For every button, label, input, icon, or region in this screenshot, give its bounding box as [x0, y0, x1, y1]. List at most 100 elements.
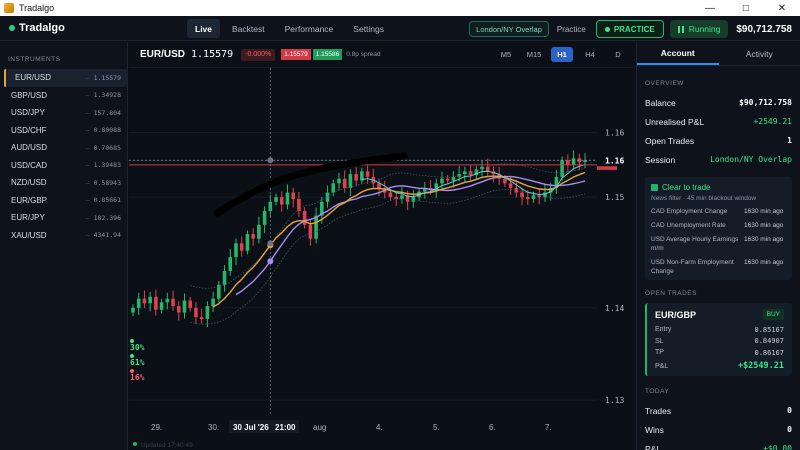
- instrument-usd-cad[interactable]: USD/CAD 1.39483: [0, 157, 127, 175]
- overview-value: $90,712.758: [739, 98, 792, 107]
- news-event-row: CAD Unemployment Rate 1630 min ago: [651, 221, 786, 230]
- candle-body: [440, 178, 444, 184]
- overview-label: Balance: [645, 97, 676, 108]
- candle-body: [291, 192, 296, 200]
- open-trades-heading: OPEN TRADES: [645, 290, 697, 297]
- candle-body: [257, 224, 261, 239]
- updated-timestamp: Updated 17:40:49: [141, 442, 193, 449]
- candle-body: [394, 197, 398, 200]
- tab-performance[interactable]: Performance: [277, 19, 342, 38]
- session-badge: London/NY Overlap: [469, 21, 549, 37]
- y-tick-label: 1.15: [605, 193, 624, 202]
- tf-d[interactable]: D: [607, 47, 629, 62]
- today-row: Trades 0: [637, 401, 800, 420]
- news-filter-subtitle: News filter · 45 min blackout window: [651, 195, 757, 202]
- overview-row: Open Trades 1: [637, 131, 800, 150]
- tab-backtest[interactable]: Backtest: [224, 19, 273, 38]
- tf-m5[interactable]: M5: [495, 47, 517, 62]
- instrument-eur-usd[interactable]: EUR/USD 1.15579: [4, 69, 127, 87]
- today-label: Trades: [645, 405, 672, 416]
- overview-label: Unrealised P&L: [645, 116, 705, 127]
- candle-body: [228, 257, 233, 271]
- tab-account[interactable]: Account: [637, 42, 719, 65]
- instrument-price: 0.80088: [86, 126, 121, 134]
- instrument-symbol: USD/CHF: [11, 125, 47, 135]
- tp-label: TP: [655, 349, 664, 357]
- crosshair-marker: [267, 240, 274, 247]
- candle-body: [188, 300, 193, 308]
- candle-body: [411, 197, 416, 202]
- instrument-xau-usd[interactable]: XAU/USD 4341.94: [0, 227, 127, 245]
- candle-body: [182, 300, 187, 313]
- instrument-gbp-usd[interactable]: GBP/USD 1.34928: [0, 87, 127, 105]
- clear-to-trade-title: Clear to trade: [662, 183, 711, 192]
- candle-body: [136, 298, 141, 308]
- news-event-time: 1630 min ago: [744, 259, 784, 266]
- tf-h4[interactable]: H4: [579, 47, 601, 62]
- x-tick-label: aug: [313, 423, 326, 432]
- x-tick-label: 6.: [489, 423, 496, 432]
- news-event-time: 1630 min ago: [744, 222, 784, 229]
- trade-side-badge: BUY: [762, 309, 784, 320]
- instrument-usd-chf[interactable]: USD/CHF 0.80088: [0, 122, 127, 140]
- spread-label: 0.8p spread: [346, 51, 381, 58]
- running-toggle-button[interactable]: Running: [669, 20, 729, 38]
- price-chart[interactable]: 1.161.161.151.141.131.1630%61%16%29.30.3…: [129, 68, 635, 450]
- x-tick-label: 5.: [433, 423, 440, 432]
- overview-heading: OVERVIEW: [645, 80, 684, 87]
- news-event-time: 1630 min ago: [744, 236, 784, 243]
- candle-body: [560, 160, 564, 177]
- maximize-icon[interactable]: □: [728, 0, 764, 16]
- crosshair-marker: [267, 157, 274, 164]
- instrument-symbol: EUR/USD: [15, 73, 52, 83]
- x-tick-label: 21:00: [275, 423, 296, 432]
- candle-body: [342, 178, 347, 188]
- instrument-eur-gbp[interactable]: EUR/GBP 0.85661: [0, 192, 127, 210]
- instrument-eur-jpy[interactable]: EUR/JPY 182.396: [0, 209, 127, 227]
- candle-body: [199, 317, 204, 319]
- tf-h1[interactable]: H1: [551, 47, 573, 62]
- overview-value: 1: [787, 136, 792, 145]
- today-value: +$0.00: [763, 444, 792, 450]
- candle-body: [325, 192, 330, 202]
- brand-logo[interactable]: Tradalgo: [9, 22, 65, 34]
- candle-body: [463, 171, 467, 175]
- minimize-icon[interactable]: —: [692, 0, 728, 16]
- instrument-symbol: NZD/USD: [11, 178, 47, 188]
- today-row: P&L +$0.00: [637, 439, 800, 450]
- app-icon: [4, 3, 14, 13]
- candle-body: [348, 174, 353, 188]
- overview-row: Session London/NY Overlap: [637, 150, 800, 169]
- y-tick-label: 1.16: [605, 129, 624, 138]
- open-trade-card[interactable]: EUR/GBP BUY Entry 0.85167 SL 0.84907 TP 0.8…: [645, 303, 792, 376]
- practice-button[interactable]: PRACTICE: [595, 20, 664, 38]
- overview-label: Session: [645, 154, 676, 165]
- entry-label: Entry: [655, 326, 672, 334]
- today-label: Wins: [645, 424, 664, 435]
- instrument-price: 157.804: [86, 109, 121, 117]
- candle-body: [176, 306, 181, 313]
- candle-body: [445, 178, 450, 181]
- close-icon[interactable]: ✕: [764, 0, 800, 16]
- tab-settings[interactable]: Settings: [345, 19, 392, 38]
- window-titlebar: Tradalgo — □ ✕: [0, 0, 800, 16]
- instrument-nzd-usd[interactable]: NZD/USD 0.58943: [0, 174, 127, 192]
- candle-body: [279, 197, 284, 205]
- instrument-symbol: USD/CAD: [11, 160, 48, 170]
- tab-live[interactable]: Live: [187, 19, 221, 38]
- candle-body: [171, 298, 175, 307]
- chart-header: EUR/USD 1.15579 -0.000% 1.15579 1.15586 …: [129, 42, 635, 68]
- tf-m15[interactable]: M15: [523, 47, 545, 62]
- instrument-symbol: EUR/GBP: [11, 195, 48, 205]
- overview-row: Unrealised P&L +2549.21: [637, 112, 800, 131]
- tab-activity[interactable]: Activity: [719, 42, 800, 65]
- instrument-aud-usd[interactable]: AUD/USD 0.70685: [0, 139, 127, 157]
- today-value: 0: [787, 406, 792, 415]
- check-icon: [651, 184, 658, 191]
- candle-body: [331, 183, 336, 193]
- chart-canvas[interactable]: 1.161.161.151.141.131.1630%61%16%29.30.3…: [129, 68, 635, 450]
- candle-body: [211, 298, 215, 307]
- today-heading: TODAY: [645, 388, 670, 395]
- x-tick-label: 30 Jul '26: [233, 423, 269, 432]
- instrument-usd-jpy[interactable]: USD/JPY 157.804: [0, 104, 127, 122]
